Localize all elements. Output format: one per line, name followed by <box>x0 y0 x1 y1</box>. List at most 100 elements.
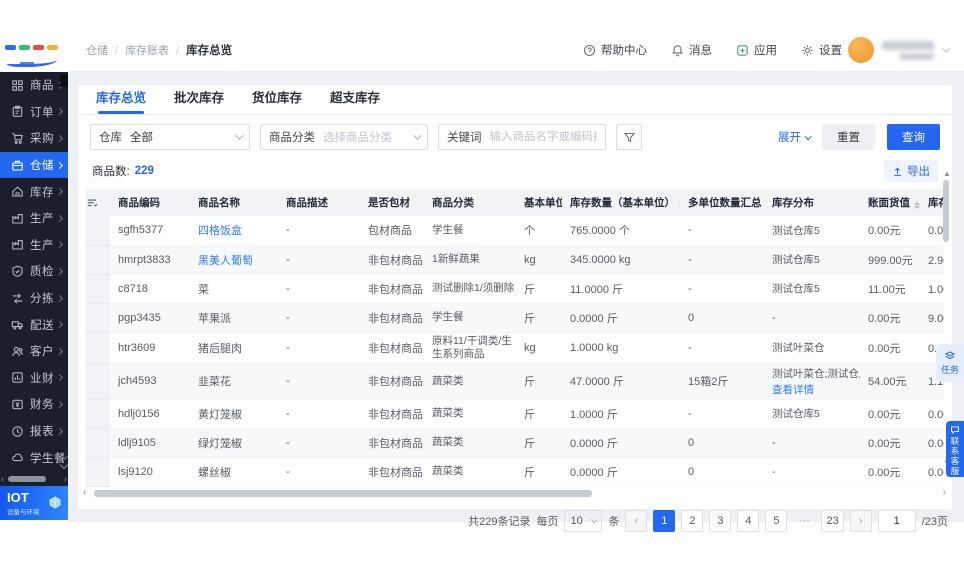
sidebar-item-库存[interactable]: 库存 <box>0 178 68 205</box>
sort-icon[interactable] <box>679 202 680 209</box>
sidebar-item-财务[interactable]: 财务 <box>0 391 68 418</box>
breadcrumb-warehouse[interactable]: 仓储 <box>86 42 118 58</box>
distribution-text: - <box>772 311 776 324</box>
chevron-down-icon <box>942 44 951 53</box>
sidebar-item-生产[interactable]: 生产 <box>0 205 68 232</box>
sidebar-item-生产[interactable]: 生产 <box>0 232 68 259</box>
sidebar-item-采购[interactable]: 采购 <box>0 125 68 152</box>
sidebar-horizontal-scrollbar[interactable]: ‹ › <box>0 472 68 486</box>
sidebar-item-客户[interactable]: 客户 <box>0 338 68 365</box>
filter-funnel-button[interactable] <box>616 124 642 150</box>
sidebar-item-业财[interactable]: 业财 <box>0 365 68 392</box>
page-button-2[interactable]: 2 <box>681 509 704 532</box>
column-settings-header[interactable] <box>86 189 110 216</box>
service-label-char: 服 <box>950 466 960 476</box>
pagination-bar: 共229条记录 每页 10 条 ‹12345···23› /23页 <box>78 499 952 532</box>
sidebar-item-label: 商品 <box>30 80 54 93</box>
report-icon <box>11 425 24 438</box>
sidebar-item-学生餐[interactable]: 学生餐 <box>0 444 68 471</box>
reset-button[interactable]: 重置 <box>822 124 875 150</box>
row-fixed-cell <box>86 216 110 246</box>
sidebar-item-label: 库存 <box>30 186 54 199</box>
tab-批次库存[interactable]: 批次库存 <box>174 87 224 114</box>
iot-banner[interactable]: IOT 设备与环境 <box>0 486 68 520</box>
page-button-23[interactable]: 23 <box>821 509 844 532</box>
cell-product-code: hdlj0156 <box>110 399 190 429</box>
column-header-账面货值[interactable]: 账面货值 <box>860 189 920 216</box>
table-header-row: 商品编码 商品名称 商品描述 是否包材 商品分类 基本单位 库存数量（基本单位） 多单位数量汇… <box>86 189 944 216</box>
scroll-up-icon[interactable]: ▲ <box>943 169 951 178</box>
chevron-right-icon <box>55 374 64 382</box>
tab-超支库存[interactable]: 超支库存 <box>330 87 380 114</box>
page-button-4[interactable]: 4 <box>737 509 760 532</box>
next-page-button[interactable]: › <box>849 509 872 532</box>
table-row: c8718 菜 - 非包材商品 测试删除1/须删除斤 11.0000 斤 - 测试仓库5 11.… <box>86 274 944 304</box>
sidebar-item-商品[interactable]: 商品 <box>0 72 68 99</box>
sidebar-item-报表[interactable]: 报表 <box>0 418 68 445</box>
warehouse-select[interactable]: 仓库 全部 <box>90 124 250 150</box>
per-page-select[interactable]: 10 <box>564 509 603 532</box>
product-name-link[interactable]: 黑美人葡萄 <box>198 255 253 267</box>
scrollbar-thumb[interactable] <box>94 489 592 497</box>
keyword-input[interactable] <box>489 131 597 143</box>
expand-label: 展开 <box>778 132 801 144</box>
task-panel-button[interactable]: 任务 <box>936 344 964 382</box>
search-button[interactable]: 查询 <box>887 124 940 150</box>
topbar-action-应用[interactable]: 应用 <box>736 42 777 58</box>
expand-filters-link[interactable]: 展开 <box>778 129 812 145</box>
product-name-text: 绿灯笼椒 <box>198 437 242 450</box>
sidebar-item-质检[interactable]: 质检 <box>0 258 68 285</box>
cell-product-code: lsj9120 <box>110 457 190 487</box>
sort-icon[interactable] <box>914 202 920 209</box>
chevron-right-icon <box>55 161 64 169</box>
cell-book-value: 0.00元 <box>860 332 920 364</box>
tab-库存总览[interactable]: 库存总览 <box>96 87 146 114</box>
total-records: 共229条记录 <box>468 515 531 528</box>
scrollbar-thumb[interactable] <box>943 180 949 242</box>
column-header-库存数量（基本单位）[interactable]: 库存数量（基本单位） <box>562 189 680 216</box>
export-button[interactable]: 导出 <box>884 160 938 182</box>
scroll-left-icon[interactable]: ‹ <box>1 474 4 484</box>
tab-货位库存[interactable]: 货位库存 <box>252 87 302 114</box>
cell-is-packing: 非包材商品 <box>360 332 424 364</box>
sidebar-scrollbar-top[interactable] <box>60 74 68 87</box>
topbar-action-label: 设置 <box>819 45 842 57</box>
scrollbar-thumb[interactable] <box>8 476 46 482</box>
contact-service-button[interactable]: 联系客服 <box>946 421 964 477</box>
page-button-3[interactable]: 3 <box>709 509 732 532</box>
column-header-库存分布: 库存分布 <box>764 189 860 216</box>
page-button-5[interactable]: 5 <box>765 509 788 532</box>
page-button-1[interactable]: 1 <box>653 509 676 532</box>
table-horizontal-scrollbar[interactable]: ‹ › <box>83 487 946 499</box>
product-count-label: 商品数: <box>92 166 130 178</box>
cell-base-unit: kg <box>516 245 562 275</box>
sidebar-item-仓储[interactable]: 仓储 <box>0 151 68 179</box>
prev-page-button[interactable]: ‹ <box>625 509 648 532</box>
view-detail-link[interactable]: 查看详情 <box>772 382 860 397</box>
sidebar-item-配送[interactable]: 配送 <box>0 311 68 338</box>
category-select[interactable]: 商品分类 选择商品分类 <box>260 124 428 150</box>
table-row: hmrpt3833 黑美人葡萄 - 非包材商品 1新鲜蔬果 kg 345.0000 kg - 测… <box>86 245 944 275</box>
topbar-action-设置[interactable]: 设置 <box>801 42 842 58</box>
chevron-down-icon <box>591 516 599 524</box>
column-header-基本单位: 基本单位 <box>516 189 562 216</box>
question-circle-icon <box>583 44 596 57</box>
chevron-right-icon <box>55 427 64 435</box>
sidebar-item-订单[interactable]: 订单 <box>0 99 68 126</box>
per-page-label: 每页 <box>536 515 559 528</box>
topbar-action-帮助中心[interactable]: 帮助中心 <box>583 42 647 58</box>
scroll-right-icon[interactable]: › <box>943 487 946 498</box>
topbar-action-消息[interactable]: 消息 <box>671 42 712 58</box>
product-name-link[interactable]: 四格饭盒 <box>198 225 242 237</box>
scroll-right-icon[interactable]: › <box>64 474 67 484</box>
breadcrumb-inventory-ledger[interactable]: 库存账表 <box>125 42 179 58</box>
cell-is-packing: 非包材商品 <box>360 303 424 333</box>
cell-product-name: 黑美人葡萄 <box>190 245 278 275</box>
avatar[interactable] <box>848 37 874 63</box>
user-menu[interactable] <box>848 37 951 63</box>
chevron-right-icon <box>55 241 64 249</box>
page-jump-input[interactable] <box>877 509 916 532</box>
scroll-left-icon[interactable]: ‹ <box>83 487 86 498</box>
cell-product-name: 韭菜花 <box>190 363 278 400</box>
sidebar-item-分拣[interactable]: 分拣 <box>0 285 68 312</box>
